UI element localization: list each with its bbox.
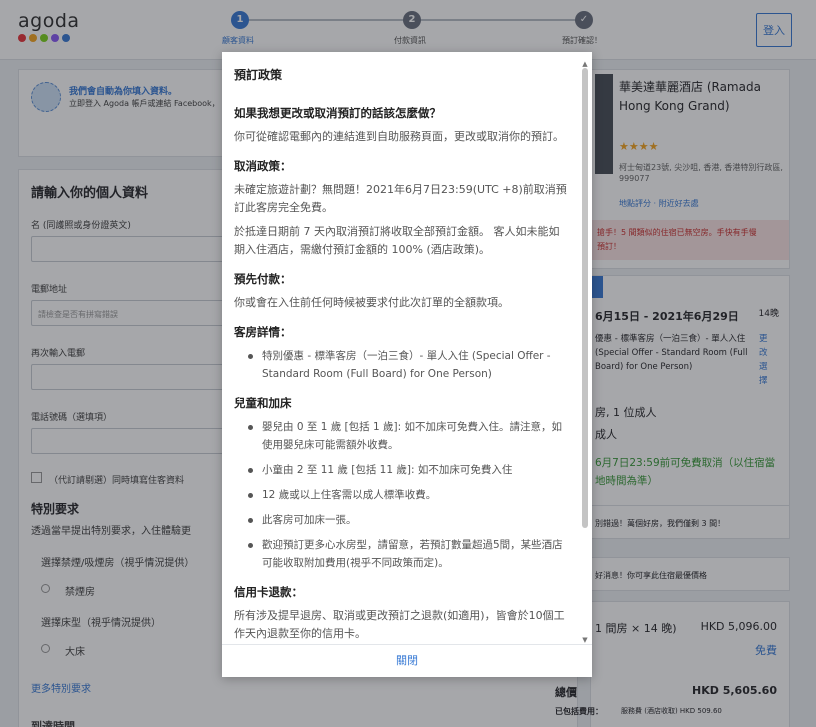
scroll-up-arrow-icon[interactable]: ▲ bbox=[581, 60, 589, 68]
section-card-refund: 信用卡退款： 所有涉及提早退房、取消或更改預訂之退款(如適用)，皆會於10個工作… bbox=[234, 584, 568, 642]
modal-scrollbar[interactable]: ▲ ▼ bbox=[581, 60, 589, 644]
section-text: 所有涉及提早退房、取消或更改預訂之退款(如適用)，皆會於10個工作天內退款至你的… bbox=[234, 609, 565, 640]
list-item: 12 歲或以上住客需以成人標準收費。 bbox=[246, 486, 568, 504]
list-item: 此客房可加床一張。 bbox=[246, 511, 568, 529]
section-text: 你或會在入住前任何時候被要求付此次訂單的全額款項。 bbox=[234, 296, 509, 309]
booking-policy-modal: 預訂政策 如果我想更改或取消預訂的話該怎麼做？ 你可從確認電郵內的連結進到自助服… bbox=[222, 52, 592, 677]
section-text: 你可從確認電郵內的連結進到自助服務頁面，更改或取消你的預訂。 bbox=[234, 130, 564, 143]
section-children-extra-beds: 兒童和加床 嬰兒由 0 至 1 歲 [包括 1 歲]: 如不加床可免費入住。請注… bbox=[234, 395, 568, 572]
scroll-down-arrow-icon[interactable]: ▼ bbox=[581, 636, 589, 644]
section-text: 於抵達日期前 7 天內取消預訂將收取全部預訂金額。 客人如未能如期入住酒店，需繳… bbox=[234, 225, 560, 256]
modal-title: 預訂政策 bbox=[234, 68, 283, 82]
room-details-list: 特別優惠 - 標準客房（一泊三食）- 單人入住 (Special Offer -… bbox=[234, 347, 568, 383]
section-cancellation-policy: 取消政策： 未確定旅遊計劃？無問題！2021年6月7日23:59(UTC +8)… bbox=[234, 158, 568, 259]
policy-content[interactable]: 預訂政策 如果我想更改或取消預訂的話該怎麼做？ 你可從確認電郵內的連結進到自助服… bbox=[222, 52, 578, 642]
section-text: 未確定旅遊計劃？無問題！2021年6月7日23:59(UTC +8)前取消預訂此… bbox=[234, 183, 567, 214]
section-room-details: 客房詳情： 特別優惠 - 標準客房（一泊三食）- 單人入住 (Special O… bbox=[234, 324, 568, 383]
section-heading: 信用卡退款： bbox=[234, 585, 303, 599]
section-heading: 兒童和加床 bbox=[234, 396, 292, 410]
close-button[interactable]: 關閉 bbox=[222, 644, 592, 677]
children-list: 嬰兒由 0 至 1 歲 [包括 1 歲]: 如不加床可免費入住。請注意，如使用嬰… bbox=[234, 418, 568, 572]
scrollbar-thumb[interactable] bbox=[582, 68, 588, 528]
list-item: 特別優惠 - 標準客房（一泊三食）- 單人入住 (Special Offer -… bbox=[246, 347, 568, 383]
section-heading: 取消政策： bbox=[234, 159, 292, 173]
section-change-cancel: 如果我想更改或取消預訂的話該怎麼做？ 你可從確認電郵內的連結進到自助服務頁面，更… bbox=[234, 105, 568, 146]
list-item: 嬰兒由 0 至 1 歲 [包括 1 歲]: 如不加床可免費入住。請注意，如使用嬰… bbox=[246, 418, 568, 454]
list-item: 歡迎預訂更多心水房型，請留意，若預訂數量超過5間，某些酒店可能收取附加費用(視乎… bbox=[246, 536, 568, 572]
section-prepayment: 預先付款： 你或會在入住前任何時候被要求付此次訂單的全額款項。 bbox=[234, 271, 568, 312]
section-heading: 客房詳情： bbox=[234, 325, 292, 339]
list-item: 小童由 2 至 11 歲 [包括 11 歲]: 如不加床可免費入住 bbox=[246, 461, 568, 479]
section-heading: 預先付款： bbox=[234, 272, 292, 286]
section-heading: 如果我想更改或取消預訂的話該怎麼做？ bbox=[234, 106, 441, 120]
